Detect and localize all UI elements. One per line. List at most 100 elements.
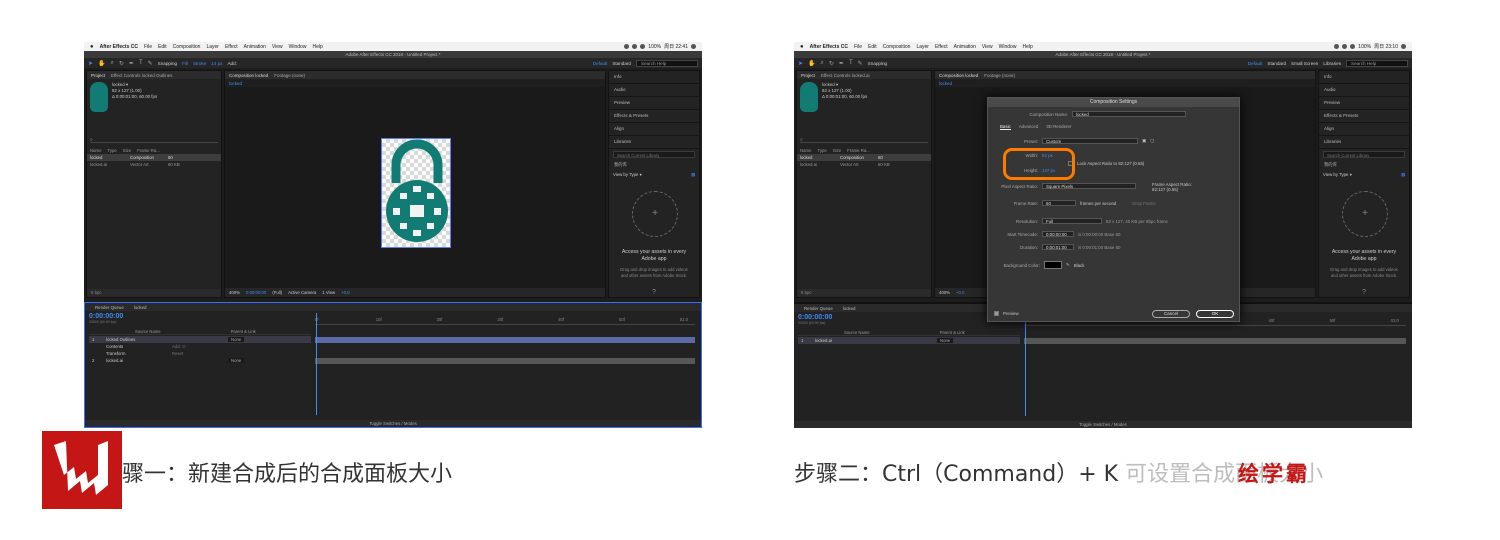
add-asset-icon[interactable]: +: [1342, 191, 1388, 237]
resolution-dropdown[interactable]: (Full): [272, 290, 282, 295]
start-timecode-input[interactable]: 0:00:00:00: [1042, 231, 1074, 237]
grid-view-icon[interactable]: ▦: [1401, 172, 1405, 178]
col-parent-link[interactable]: Parent & Link: [231, 329, 256, 334]
menu-animation[interactable]: Animation: [954, 44, 976, 50]
project-row[interactable]: locked.ai Vector Art 60 KB: [87, 161, 221, 168]
clock[interactable]: 周日 22:41: [664, 43, 688, 50]
add-asset-icon[interactable]: +: [632, 191, 678, 237]
zoom-tool-icon[interactable]: ⌕: [111, 60, 114, 67]
bg-color-swatch[interactable]: [1044, 261, 1062, 269]
layer-bar[interactable]: [315, 337, 695, 343]
toggle-switches-modes[interactable]: Toggle Switches / Modes: [85, 420, 701, 427]
comp-breadcrumb[interactable]: locked: [229, 81, 242, 86]
zoom-dropdown[interactable]: 400%: [229, 290, 240, 295]
layer-property[interactable]: Transform Reset: [89, 350, 311, 357]
stroke-label[interactable]: Stroke: [193, 61, 206, 66]
reset-link[interactable]: Reset: [172, 351, 222, 356]
col-name[interactable]: Name: [800, 148, 811, 153]
hand-tool-icon[interactable]: ✋: [808, 60, 815, 67]
search-help-input[interactable]: Search Help: [636, 59, 698, 67]
app-menu[interactable]: After Effects CC: [810, 44, 848, 50]
menu-window[interactable]: Window: [289, 44, 307, 50]
menu-file[interactable]: File: [144, 44, 152, 50]
duration-input[interactable]: 0:00:01:00: [1042, 244, 1074, 250]
workspace-standard[interactable]: Standard: [1267, 61, 1286, 66]
panel-info[interactable]: Info: [609, 71, 699, 84]
clock[interactable]: 周日 23:10: [1374, 43, 1398, 50]
tab-3d-renderer[interactable]: 3D Renderer: [1046, 124, 1071, 130]
pen-tool-icon[interactable]: ✒: [129, 60, 134, 67]
menu-view[interactable]: View: [272, 44, 283, 50]
layer-row[interactable]: 1 locked.ai None: [798, 337, 1020, 344]
add-label[interactable]: Add:: [227, 61, 236, 66]
tab-footage[interactable]: Footage (none): [274, 73, 305, 78]
views-dropdown[interactable]: 1 View: [322, 290, 335, 295]
help-icon[interactable]: ?: [609, 289, 699, 296]
view-by-type-dropdown[interactable]: View by Type ▾: [1323, 172, 1352, 178]
layer-bar[interactable]: [1024, 338, 1406, 344]
parent-dropdown[interactable]: None: [228, 337, 245, 342]
layer-row[interactable]: 2 locked.ai None: [89, 357, 311, 364]
playhead[interactable]: [316, 313, 317, 415]
snapping-toggle[interactable]: Snapping: [868, 61, 887, 66]
menu-effect[interactable]: Effect: [935, 44, 948, 50]
siri-icon[interactable]: [691, 44, 696, 49]
hand-tool-icon[interactable]: ✋: [98, 60, 105, 67]
menu-animation[interactable]: Animation: [244, 44, 266, 50]
bpc-toggle[interactable]: 8 bpc: [801, 290, 812, 295]
tab-timeline-comp[interactable]: locked: [843, 306, 856, 311]
fps-input[interactable]: 60: [1042, 200, 1076, 206]
eyedropper-icon[interactable]: ✎: [1066, 262, 1070, 268]
type-tool-icon[interactable]: T: [849, 60, 853, 66]
col-type[interactable]: Type: [107, 148, 116, 153]
siri-icon[interactable]: [1401, 44, 1406, 49]
col-name[interactable]: Name: [90, 148, 101, 153]
par-dropdown[interactable]: Square Pixels: [1042, 183, 1136, 189]
bpc-toggle[interactable]: 8 bpc: [91, 290, 102, 295]
workspace-default[interactable]: Default: [593, 61, 608, 66]
menu-edit[interactable]: Edit: [158, 44, 167, 50]
menu-edit[interactable]: Edit: [868, 44, 877, 50]
rotate-tool-icon[interactable]: ↻: [119, 60, 124, 67]
col-source-name[interactable]: Source Name: [844, 330, 870, 335]
current-timecode[interactable]: 0:00:00:00 00000 (60.00 fps): [89, 313, 123, 324]
panel-preview[interactable]: Preview: [1319, 97, 1409, 110]
wifi-icon[interactable]: [640, 44, 646, 49]
tab-advanced[interactable]: Advanced: [1019, 124, 1039, 130]
col-size[interactable]: Size: [123, 148, 131, 153]
tab-footage[interactable]: Footage (none): [984, 73, 1015, 78]
preview-checkbox[interactable]: [994, 311, 999, 316]
view-by-type-dropdown[interactable]: View by Type ▾: [613, 172, 642, 178]
col-framerate[interactable]: Frame Ra...: [137, 148, 160, 153]
tab-timeline-comp[interactable]: locked: [134, 305, 147, 310]
status-icon[interactable]: [1334, 44, 1340, 49]
status-icon[interactable]: [1342, 44, 1348, 49]
panel-align[interactable]: Align: [1319, 123, 1409, 136]
panel-libraries[interactable]: Libraries: [1319, 136, 1409, 149]
apple-icon[interactable]: ●: [800, 44, 804, 50]
project-row[interactable]: locked Composition 60: [87, 154, 221, 161]
exposure-value[interactable]: +0.0: [956, 290, 964, 295]
workspace-default[interactable]: Default: [1248, 61, 1263, 66]
status-icon[interactable]: [624, 44, 630, 49]
col-parent-link[interactable]: Parent & Link: [940, 330, 965, 335]
menu-help[interactable]: Help: [1022, 44, 1032, 50]
comp-name-input[interactable]: locked: [1072, 111, 1186, 117]
workspace-standard[interactable]: Standard: [612, 61, 631, 66]
camera-dropdown[interactable]: Active Camera: [288, 290, 316, 295]
layer-bar[interactable]: [315, 358, 695, 364]
app-menu[interactable]: After Effects CC: [100, 44, 138, 50]
brush-tool-icon[interactable]: ✎: [858, 60, 863, 67]
menu-help[interactable]: Help: [312, 44, 322, 50]
resolution-dropdown[interactable]: Full: [1042, 218, 1102, 224]
tab-project[interactable]: Project: [801, 73, 815, 78]
panel-effects-presets[interactable]: Effects & Presets: [1319, 110, 1409, 123]
project-search-input[interactable]: ⌕: [800, 137, 928, 143]
col-type[interactable]: Type: [817, 148, 826, 153]
library-search-input[interactable]: Search Current Library: [1323, 151, 1405, 158]
snapping-toggle[interactable]: Snapping: [158, 61, 177, 66]
type-tool-icon[interactable]: T: [139, 60, 143, 66]
playhead[interactable]: [1025, 314, 1026, 416]
save-preset-icon[interactable]: ▣: [1142, 138, 1146, 144]
grid-view-icon[interactable]: ▦: [691, 172, 695, 178]
